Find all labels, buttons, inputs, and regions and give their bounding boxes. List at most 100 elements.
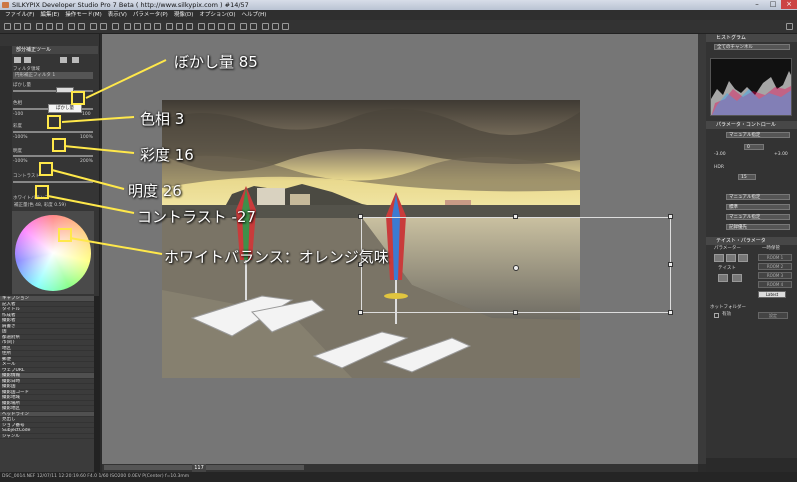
tone-mode-select[interactable]: マニュアル指定 xyxy=(726,194,790,200)
paste-param-button[interactable] xyxy=(726,254,736,262)
heal-icon[interactable] xyxy=(228,23,235,30)
room-3-button[interactable]: ROOM 3 xyxy=(758,272,792,279)
horizontal-scrollbar[interactable]: 117 xyxy=(102,464,698,472)
open-icon[interactable] xyxy=(4,23,11,30)
selection-handle[interactable] xyxy=(358,310,363,315)
bright-min: -100% xyxy=(13,159,28,164)
view-grid-icon[interactable] xyxy=(36,23,43,30)
hue-label: 色相 xyxy=(13,101,22,106)
histogram-graph xyxy=(711,71,791,115)
brightness-slider[interactable] xyxy=(13,155,93,157)
color-wheel[interactable] xyxy=(15,215,91,291)
selection-handle[interactable] xyxy=(668,310,673,315)
menu-develop[interactable]: 現像(D) xyxy=(171,10,197,20)
histogram-channel-select[interactable]: 全てのチャンネル xyxy=(714,44,790,50)
redo-icon[interactable] xyxy=(24,23,31,30)
rotate-right-icon[interactable] xyxy=(78,23,85,30)
hue-callout-box xyxy=(47,115,61,129)
saturation-slider[interactable] xyxy=(13,131,93,133)
exposure-min: -3.00 xyxy=(714,152,726,157)
minimize-button[interactable]: – xyxy=(749,0,765,9)
noise-mode-select[interactable]: 記録優先 xyxy=(726,224,790,230)
skin-picker-icon[interactable] xyxy=(186,23,193,30)
left-scrollbar[interactable] xyxy=(94,296,99,472)
spot-icon[interactable] xyxy=(154,23,161,30)
blur-tooltip: ぼかし量 xyxy=(48,104,82,113)
delete-filter-icon[interactable] xyxy=(72,57,79,63)
dust-icon[interactable] xyxy=(208,23,215,30)
taste-apply-button[interactable] xyxy=(732,274,742,282)
vertical-scrollbar[interactable] xyxy=(698,34,706,464)
hand-icon[interactable] xyxy=(134,23,141,30)
room-1-button[interactable]: ROOM 1 xyxy=(758,254,792,261)
hue-min: -100 xyxy=(13,112,24,117)
zoom-icon[interactable] xyxy=(124,23,131,30)
red-eye-icon[interactable] xyxy=(218,23,225,30)
contrast-slider[interactable] xyxy=(13,181,93,183)
menu-view[interactable]: 表示(V) xyxy=(105,10,130,20)
blur-callout-box xyxy=(71,91,85,105)
filter-select[interactable]: 円形補正フィルタ 1 xyxy=(13,72,93,79)
taste-add-button[interactable] xyxy=(718,274,728,282)
menu-mode[interactable]: 操作モード(M) xyxy=(62,10,105,20)
maximize-button[interactable]: □ xyxy=(765,0,781,9)
partial-correction-header[interactable]: 部分補正ツール xyxy=(12,46,98,54)
wb-picker-icon[interactable] xyxy=(166,23,173,30)
info-icon[interactable] xyxy=(240,23,247,30)
wb-mode-select[interactable]: マニュアル指定 xyxy=(726,132,790,138)
rotate-left-icon[interactable] xyxy=(68,23,75,30)
tone-name-select[interactable]: 標準 xyxy=(726,204,790,210)
view-compare-icon[interactable] xyxy=(56,23,63,30)
reset-param-button[interactable] xyxy=(738,254,748,262)
fullscreen-icon[interactable] xyxy=(786,23,793,30)
selection-handle[interactable] xyxy=(668,214,673,219)
hot-folder-checkbox[interactable] xyxy=(714,313,719,318)
partial-correct-icon[interactable] xyxy=(198,23,205,30)
menu-help[interactable]: ヘルプ(H) xyxy=(238,10,269,20)
menu-file[interactable]: ファイル(F) xyxy=(2,10,37,20)
hot-folder-settings-button[interactable]: 設定 xyxy=(758,312,788,319)
taste-param-header[interactable]: テイスト・パラメータ xyxy=(706,237,797,245)
selection-handle[interactable] xyxy=(513,214,518,219)
param-control-header[interactable]: パラメータ・コントロール xyxy=(706,121,797,129)
menu-bar: ファイル(F) 編集(E) 操作モード(M) 表示(V) パラメータ(P) 現像… xyxy=(0,10,797,20)
zoom-readout[interactable]: 117 xyxy=(192,464,206,472)
window-controls: – □ × xyxy=(749,0,797,10)
settings-icon[interactable] xyxy=(282,23,289,30)
crop-icon[interactable] xyxy=(144,23,151,30)
undo-icon[interactable] xyxy=(14,23,21,30)
menu-parameter[interactable]: パラメータ(P) xyxy=(130,10,171,20)
room-4-button[interactable]: ROOM 4 xyxy=(758,281,792,288)
latest-button[interactable]: Latest xyxy=(758,291,786,298)
batch-develop-icon[interactable] xyxy=(100,23,107,30)
exposure-value[interactable]: 0 xyxy=(744,144,764,150)
right-panel-icon-bar[interactable] xyxy=(706,458,797,472)
close-button[interactable]: × xyxy=(781,0,797,9)
new-filter-icon[interactable] xyxy=(14,57,21,63)
hdr-value[interactable]: 15 xyxy=(738,174,756,180)
room-2-button[interactable]: ROOM 2 xyxy=(758,263,792,270)
histogram-header[interactable]: ヒストグラム xyxy=(706,34,797,42)
print-icon[interactable] xyxy=(112,23,119,30)
selection-center-handle[interactable] xyxy=(513,265,519,271)
view-single-icon[interactable] xyxy=(46,23,53,30)
copy-param-button[interactable] xyxy=(714,254,724,262)
callout-contrast: コントラスト -27 xyxy=(137,208,256,226)
exposure-max: +3.00 xyxy=(774,152,788,157)
copy-filter-icon[interactable] xyxy=(60,57,67,63)
selection-handle[interactable] xyxy=(513,310,518,315)
list-item[interactable]: ジャンル xyxy=(0,434,95,439)
sharpness-mode-select[interactable]: マニュアル指定 xyxy=(726,214,790,220)
label-icon[interactable] xyxy=(272,23,279,30)
menu-options[interactable]: オプション(O) xyxy=(196,10,238,20)
flag-icon[interactable] xyxy=(250,23,257,30)
develop-icon[interactable] xyxy=(90,23,97,30)
callout-hue: 色相 3 xyxy=(140,110,185,128)
star-icon[interactable] xyxy=(262,23,269,30)
selection-handle[interactable] xyxy=(358,214,363,219)
selection-handle[interactable] xyxy=(668,262,673,267)
brush-icon[interactable] xyxy=(24,57,31,63)
gray-point-icon[interactable] xyxy=(176,23,183,30)
wb-readout: 補正量(色 48, 彩度 0.59) xyxy=(14,203,66,208)
menu-edit[interactable]: 編集(E) xyxy=(37,10,62,20)
